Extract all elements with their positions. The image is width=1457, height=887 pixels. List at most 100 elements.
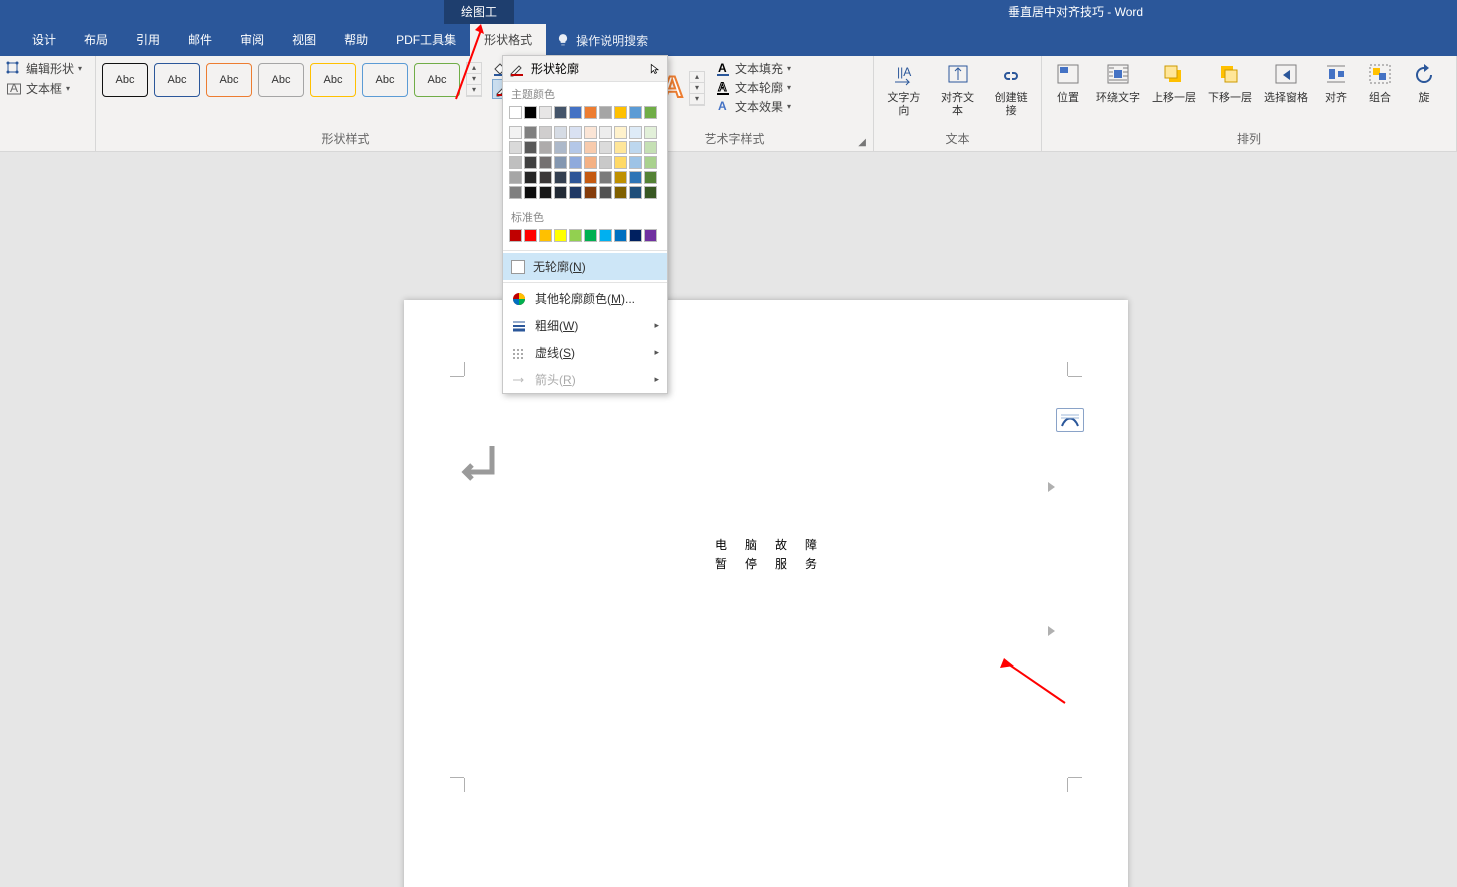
shape-style-preview[interactable]: Abc [362, 63, 408, 97]
wordart-launcher-icon[interactable]: ◢ [858, 137, 866, 148]
color-swatch[interactable] [584, 141, 597, 154]
color-swatch[interactable] [644, 171, 657, 184]
color-swatch[interactable] [569, 229, 582, 242]
color-swatch[interactable] [524, 126, 537, 139]
group-button[interactable]: 组合 [1360, 60, 1400, 107]
color-swatch[interactable] [629, 141, 642, 154]
shape-style-preview[interactable]: Abc [102, 63, 148, 97]
color-swatch[interactable] [509, 106, 522, 119]
color-swatch[interactable] [629, 106, 642, 119]
color-swatch[interactable] [539, 106, 552, 119]
color-swatch[interactable] [599, 141, 612, 154]
color-swatch[interactable] [539, 156, 552, 169]
color-swatch[interactable] [644, 126, 657, 139]
color-swatch[interactable] [614, 106, 627, 119]
color-swatch[interactable] [569, 141, 582, 154]
color-swatch[interactable] [569, 106, 582, 119]
tab-help[interactable]: 帮助 [330, 24, 382, 56]
color-swatch[interactable] [554, 126, 567, 139]
bring-forward-button[interactable]: 上移一层 [1148, 60, 1200, 107]
dashes-item[interactable]: 虚线(S)▸ [503, 339, 667, 366]
align-text-button[interactable]: 对齐文本 [934, 60, 982, 120]
color-swatch[interactable] [539, 171, 552, 184]
color-swatch[interactable] [539, 186, 552, 199]
color-swatch[interactable] [599, 106, 612, 119]
context-tab-drawing-tools[interactable]: 绘图工具 [444, 0, 514, 24]
shape-style-preview[interactable]: Abc [258, 63, 304, 97]
color-swatch[interactable] [644, 229, 657, 242]
color-swatch[interactable] [524, 106, 537, 119]
color-swatch[interactable] [629, 126, 642, 139]
color-swatch[interactable] [509, 186, 522, 199]
color-swatch[interactable] [629, 229, 642, 242]
color-swatch[interactable] [554, 141, 567, 154]
color-swatch[interactable] [614, 141, 627, 154]
tab-layout[interactable]: 布局 [70, 24, 122, 56]
color-swatch[interactable] [524, 171, 537, 184]
color-swatch[interactable] [584, 171, 597, 184]
color-swatch[interactable] [554, 106, 567, 119]
shape-style-preview[interactable]: Abc [154, 63, 200, 97]
color-swatch[interactable] [599, 186, 612, 199]
tab-pdf[interactable]: PDF工具集 [382, 24, 470, 56]
text-direction-button[interactable]: ||A文字方向 [880, 60, 928, 120]
color-swatch[interactable] [569, 186, 582, 199]
tell-me-search[interactable]: 操作说明搜索 [556, 32, 648, 49]
align-objects-button[interactable]: 对齐 [1316, 60, 1356, 107]
send-backward-button[interactable]: 下移一层 [1204, 60, 1256, 107]
color-swatch[interactable] [569, 171, 582, 184]
color-swatch[interactable] [644, 156, 657, 169]
color-swatch[interactable] [584, 156, 597, 169]
shape-style-gallery-nav[interactable]: ▴▾▾ [466, 62, 482, 97]
color-swatch[interactable] [509, 126, 522, 139]
textbox-side-handle[interactable] [1048, 626, 1055, 636]
edit-shape-button[interactable]: 编辑形状▾ [6, 60, 82, 78]
color-swatch[interactable] [584, 106, 597, 119]
color-swatch[interactable] [524, 156, 537, 169]
text-box-content[interactable]: 电脑故障 暂停服务 [484, 410, 1048, 700]
color-swatch[interactable] [554, 156, 567, 169]
color-swatch[interactable] [584, 229, 597, 242]
text-box-button[interactable]: A 文本框▾ [6, 80, 70, 98]
color-swatch[interactable] [599, 126, 612, 139]
rotate-button[interactable]: 旋 [1404, 60, 1444, 107]
color-swatch[interactable] [644, 186, 657, 199]
textbox-side-handle[interactable] [1048, 482, 1055, 492]
more-outline-colors-item[interactable]: 其他轮廓颜色(M)... [503, 285, 667, 312]
color-swatch[interactable] [614, 156, 627, 169]
color-swatch[interactable] [614, 126, 627, 139]
weight-item[interactable]: 粗细(W)▸ [503, 312, 667, 339]
no-outline-item[interactable]: 无轮廓(N) [503, 253, 667, 280]
color-swatch[interactable] [554, 171, 567, 184]
wrap-text-button[interactable]: 环绕文字 [1092, 60, 1144, 107]
shape-style-preview[interactable]: Abc [414, 63, 460, 97]
color-swatch[interactable] [599, 156, 612, 169]
color-swatch[interactable] [644, 106, 657, 119]
text-outline-button[interactable]: A文本轮廓▾ [715, 79, 791, 97]
color-swatch[interactable] [614, 229, 627, 242]
layout-options-badge[interactable] [1056, 408, 1084, 432]
color-swatch[interactable] [524, 186, 537, 199]
tab-mailings[interactable]: 邮件 [174, 24, 226, 56]
color-swatch[interactable] [539, 229, 552, 242]
tab-view[interactable]: 视图 [278, 24, 330, 56]
color-swatch[interactable] [554, 229, 567, 242]
create-link-button[interactable]: 创建链接 [987, 60, 1035, 120]
tab-design[interactable]: 设计 [18, 24, 70, 56]
color-swatch[interactable] [509, 156, 522, 169]
color-swatch[interactable] [554, 186, 567, 199]
wordart-gallery-nav[interactable]: ▴▾▾ [689, 71, 705, 106]
color-swatch[interactable] [629, 171, 642, 184]
color-swatch[interactable] [629, 186, 642, 199]
color-swatch[interactable] [569, 126, 582, 139]
color-swatch[interactable] [569, 156, 582, 169]
color-swatch[interactable] [629, 156, 642, 169]
selection-pane-button[interactable]: 选择窗格 [1260, 60, 1312, 107]
color-swatch[interactable] [599, 229, 612, 242]
color-swatch[interactable] [644, 141, 657, 154]
color-swatch[interactable] [509, 141, 522, 154]
tab-review[interactable]: 审阅 [226, 24, 278, 56]
color-swatch[interactable] [599, 171, 612, 184]
tab-shape-format[interactable]: 形状格式 [470, 24, 546, 56]
color-swatch[interactable] [524, 141, 537, 154]
